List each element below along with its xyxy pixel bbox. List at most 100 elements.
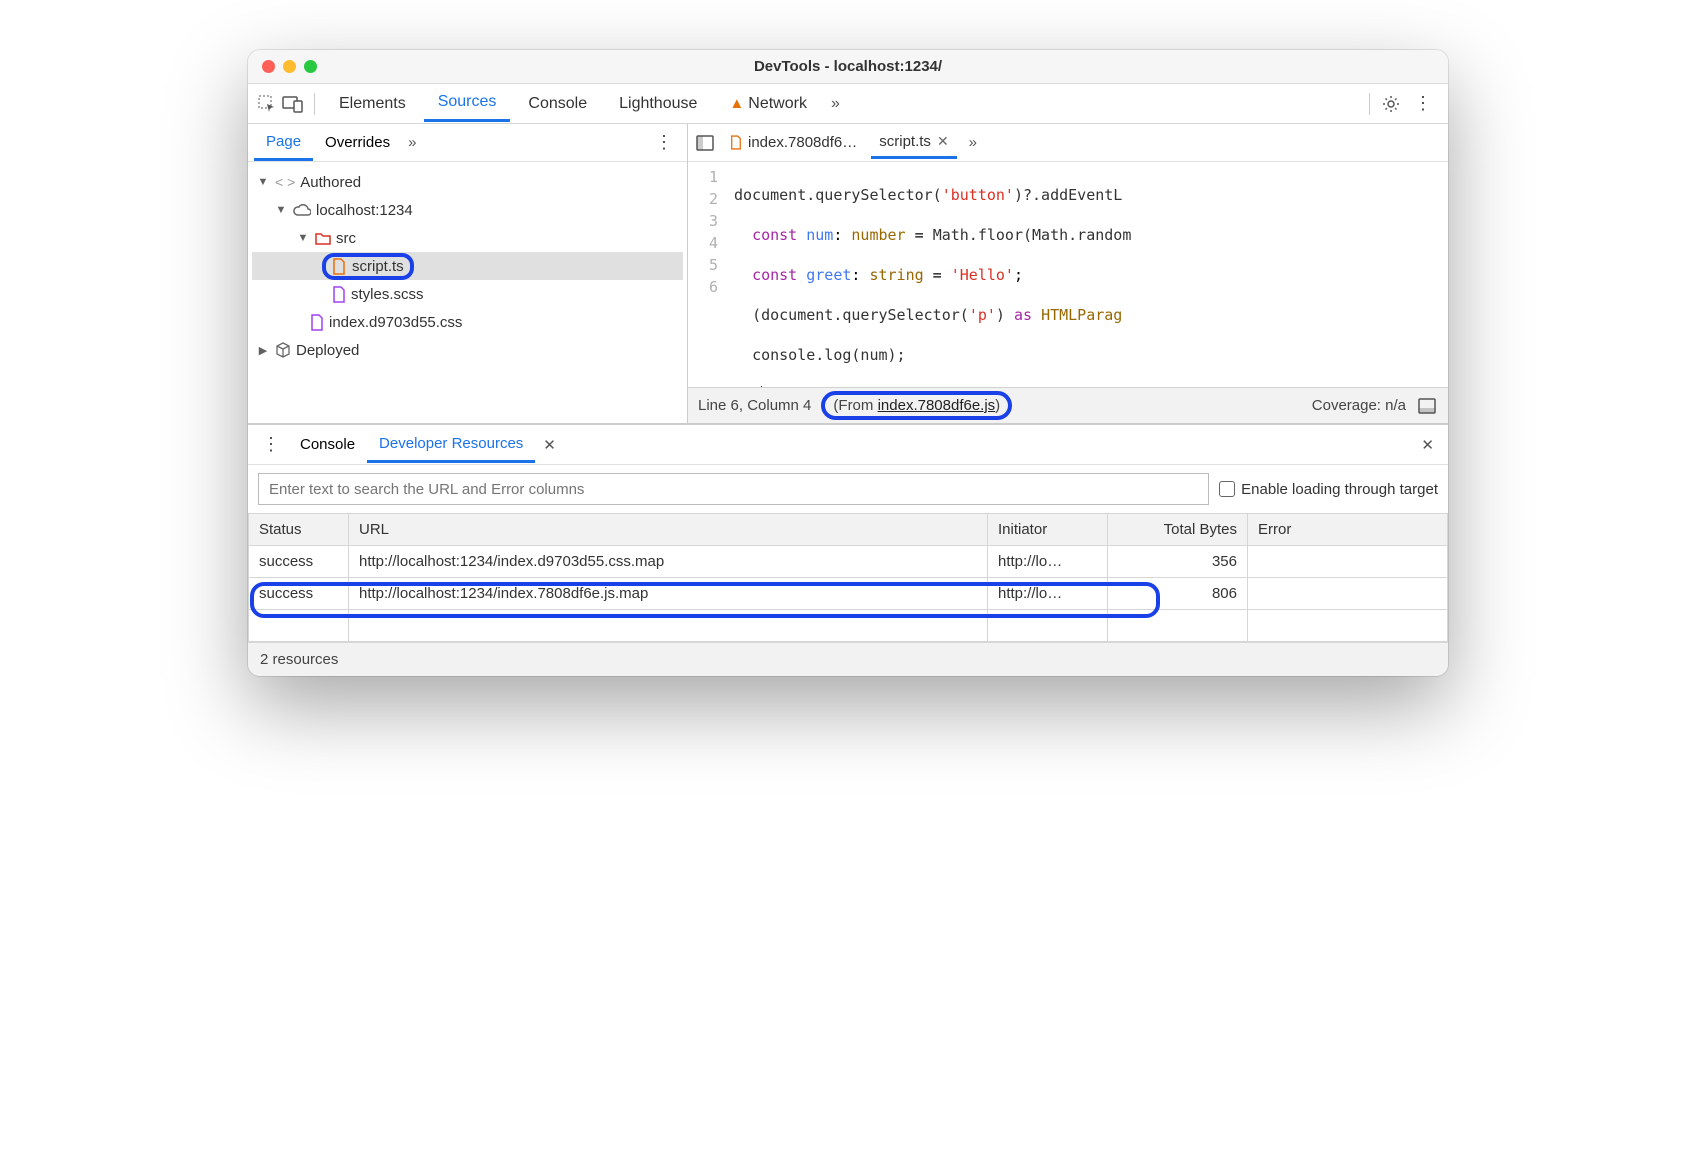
code-token <box>734 226 752 244</box>
code-token: Math.floor(Math.random <box>933 226 1132 244</box>
nav-more-tabs[interactable]: » <box>402 128 422 157</box>
disclosure-triangle-icon[interactable]: ▶ <box>256 344 270 357</box>
tree-host[interactable]: ▼ localhost:1234 <box>252 196 683 224</box>
search-input[interactable] <box>258 473 1209 505</box>
code-token: const <box>752 266 797 284</box>
editor-more-tabs[interactable]: » <box>963 128 983 157</box>
from-close: ) <box>995 397 1000 414</box>
code-token: = <box>906 226 933 244</box>
toolbar-divider <box>314 93 315 115</box>
code-token: : <box>833 226 851 244</box>
nav-tab-overrides[interactable]: Overrides <box>313 126 402 159</box>
tree-label: Deployed <box>296 342 359 359</box>
editor-tab-script[interactable]: script.ts ✕ <box>871 127 956 159</box>
minimize-window-button[interactable] <box>283 60 296 73</box>
tree-label: script.ts <box>352 258 404 275</box>
drawer-tab-developer-resources[interactable]: Developer Resources <box>367 427 535 463</box>
close-tab-icon[interactable]: ✕ <box>937 133 949 150</box>
drawer-tabs: ⋮ Console Developer Resources ✕ ✕ <box>248 425 1448 465</box>
tab-console[interactable]: Console <box>514 87 601 121</box>
editor-tab-label: index.7808df6… <box>748 134 857 151</box>
col-initiator[interactable]: Initiator <box>988 514 1108 546</box>
checkbox-label: Enable loading through target <box>1241 481 1438 498</box>
toolbar-divider <box>1369 93 1370 115</box>
code-token: num <box>806 226 833 244</box>
col-total-bytes[interactable]: Total Bytes <box>1108 514 1248 546</box>
nav-kebab-button[interactable]: ⋮ <box>647 128 681 157</box>
table-row[interactable]: success http://localhost:1234/index.7808… <box>249 578 1448 610</box>
kebab-menu-button[interactable]: ⋮ <box>1406 89 1440 118</box>
titlebar: DevTools - localhost:1234/ <box>248 50 1448 84</box>
code-token: 'button' <box>942 186 1014 204</box>
tree-deployed[interactable]: ▶ Deployed <box>252 336 683 364</box>
close-window-button[interactable] <box>262 60 275 73</box>
code-token: document <box>734 186 806 204</box>
editor-pane: index.7808df6… script.ts ✕ » 123456 docu… <box>688 124 1448 423</box>
resource-count: 2 resources <box>260 651 338 668</box>
col-error[interactable]: Error <box>1248 514 1448 546</box>
cell-url: http://localhost:1234/index.d9703d55.css… <box>349 546 988 578</box>
drawer-footer: 2 resources <box>248 642 1448 676</box>
code-editor[interactable]: 123456 document.querySelector('button')?… <box>688 162 1448 387</box>
code-content[interactable]: document.querySelector('button')?.addEve… <box>728 162 1448 387</box>
disclosure-triangle-icon[interactable]: ▼ <box>274 204 288 216</box>
code-token: number <box>851 226 905 244</box>
code-token: const <box>752 226 797 244</box>
cell-status: success <box>249 578 349 610</box>
device-toolbar-icon[interactable] <box>282 93 304 115</box>
disclosure-triangle-icon[interactable]: ▼ <box>256 176 270 188</box>
toggle-navigator-icon[interactable] <box>694 132 716 154</box>
editor-tabs: index.7808df6… script.ts ✕ » <box>688 124 1448 162</box>
box-icon <box>275 342 291 358</box>
tree-folder-src[interactable]: ▼ src <box>252 224 683 252</box>
more-tabs-button[interactable]: » <box>825 89 846 119</box>
table-row-empty <box>249 610 1448 642</box>
close-tab-icon[interactable]: ✕ <box>535 432 564 458</box>
file-tree: ▼ < > Authored ▼ localhost:1234 ▼ <box>248 162 687 368</box>
tab-network[interactable]: ▲Network <box>715 87 821 121</box>
folder-icon <box>315 232 331 245</box>
tree-label: index.d9703d55.css <box>329 314 462 331</box>
code-token: 'Hello' <box>951 266 1014 284</box>
editor-status-bar: Line 6, Column 4 (From index.7808df6e.js… <box>688 387 1448 423</box>
tab-lighthouse[interactable]: Lighthouse <box>605 87 711 121</box>
table-header-row: Status URL Initiator Total Bytes Error <box>249 514 1448 546</box>
tab-network-label: Network <box>748 95 807 112</box>
col-url[interactable]: URL <box>349 514 988 546</box>
sidebar-toggle-icon[interactable] <box>1416 395 1438 417</box>
drawer-kebab-button[interactable]: ⋮ <box>254 430 288 459</box>
checkbox-icon[interactable] <box>1219 481 1235 497</box>
sourcemap-origin[interactable]: (From index.7808df6e.js) <box>821 391 1012 420</box>
enable-loading-checkbox[interactable]: Enable loading through target <box>1219 481 1438 498</box>
window-title: DevTools - localhost:1234/ <box>248 58 1448 75</box>
disclosure-triangle-icon[interactable]: ▼ <box>296 232 310 244</box>
col-status[interactable]: Status <box>249 514 349 546</box>
drawer-tab-console[interactable]: Console <box>288 428 367 461</box>
table-row[interactable]: success http://localhost:1234/index.d970… <box>249 546 1448 578</box>
tree-label: Authored <box>300 174 361 191</box>
navigator-pane: Page Overrides » ⋮ ▼ < > Authored ▼ loca… <box>248 124 688 423</box>
fullscreen-window-button[interactable] <box>304 60 317 73</box>
tab-sources[interactable]: Sources <box>424 85 511 122</box>
code-token: as <box>1014 306 1032 324</box>
editor-tab-index[interactable]: index.7808df6… <box>722 128 865 157</box>
code-token <box>734 306 752 324</box>
gear-icon[interactable] <box>1380 93 1402 115</box>
code-icon: < > <box>275 174 295 190</box>
tree-file-styles-scss[interactable]: styles.scss <box>252 280 683 308</box>
drawer-controls: Enable loading through target <box>248 465 1448 513</box>
inspect-element-icon[interactable] <box>256 93 278 115</box>
from-file-link[interactable]: index.7808df6e.js <box>878 397 996 414</box>
tree-file-script-ts[interactable]: script.ts <box>252 252 683 280</box>
resources-table: Status URL Initiator Total Bytes Error s… <box>248 513 1448 642</box>
tree-authored[interactable]: ▼ < > Authored <box>252 168 683 196</box>
navigator-tabs: Page Overrides » ⋮ <box>248 124 687 162</box>
close-drawer-icon[interactable]: ✕ <box>1413 432 1442 458</box>
file-icon <box>332 286 346 303</box>
tree-file-index-css[interactable]: index.d9703d55.css <box>252 308 683 336</box>
tab-elements[interactable]: Elements <box>325 87 420 121</box>
nav-tab-page[interactable]: Page <box>254 125 313 161</box>
highlight-ring: script.ts <box>322 253 414 280</box>
cell-error <box>1248 578 1448 610</box>
code-token: console.log(num); <box>752 346 906 364</box>
